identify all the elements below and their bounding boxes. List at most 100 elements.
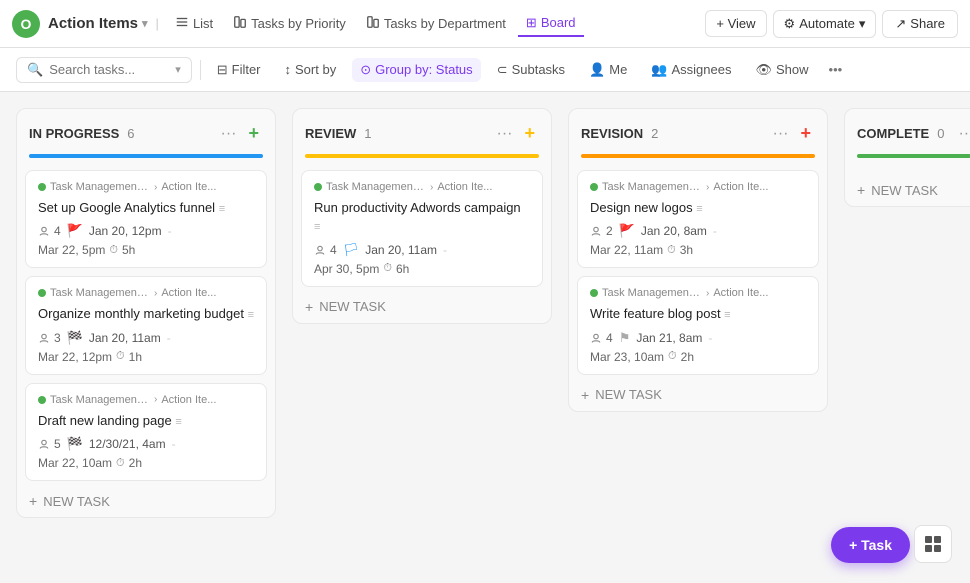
nav-item-priority[interactable]: Tasks by Priority <box>225 11 354 36</box>
time-estimate: 5h <box>122 243 135 257</box>
status-bar-revision <box>581 154 815 158</box>
new-task-btn-complete[interactable]: +NEW TASK <box>845 174 970 206</box>
column-header-complete: COMPLETE 0 ··· + <box>845 109 970 154</box>
column-count-in-progress: 6 <box>127 126 134 141</box>
subtasks-button[interactable]: ⊂ Subtasks <box>489 58 573 82</box>
nav-board-label: Board <box>541 15 576 30</box>
sort-label: Sort by <box>295 62 336 77</box>
status-dot <box>38 183 46 191</box>
column-more-review[interactable]: ··· <box>495 123 515 145</box>
card-template: Task Management Templat... <box>602 287 702 299</box>
new-task-btn-review[interactable]: +NEW TASK <box>293 291 551 323</box>
assignee-count: 4 <box>314 243 337 257</box>
column-title-review: REVIEW <box>305 126 356 141</box>
status-dot <box>314 183 322 191</box>
new-task-label: NEW TASK <box>319 299 386 314</box>
filter-button[interactable]: ⊟ Filter <box>209 58 269 82</box>
view-btn-label: + View <box>716 16 755 31</box>
status-dot <box>590 183 598 191</box>
time-estimate: 3h <box>680 243 693 257</box>
new-task-label: NEW TASK <box>43 494 110 509</box>
card-due-row: Apr 30, 5pm ⏱ 6h <box>314 262 530 276</box>
priority-flag: 🚩 <box>619 223 635 239</box>
fab-label: + Task <box>849 537 892 553</box>
subtasks-label: Subtasks <box>512 62 565 77</box>
due-date: Mar 22, 5pm <box>38 243 105 257</box>
new-task-plus: + <box>29 493 37 509</box>
card-meta: Task Management Templat... › Action Ite.… <box>590 181 806 193</box>
share-button[interactable]: ↗ Share <box>882 10 958 38</box>
task-card[interactable]: Task Management Templat... › Action Ite.… <box>25 170 267 268</box>
more-button[interactable]: ••• <box>825 58 847 81</box>
column-header-revision: REVISION 2 ··· + <box>569 109 827 154</box>
new-task-btn-in-progress[interactable]: + NEW TASK <box>17 485 275 517</box>
card-breadcrumb: Action Ite... <box>161 181 216 193</box>
priority-flag: 🚩 <box>67 223 83 239</box>
title-dropdown-arrow[interactable]: ▾ <box>142 17 148 30</box>
dept-icon <box>366 15 380 32</box>
automate-button[interactable]: ⚙ Automate ▾ <box>773 10 877 38</box>
me-button[interactable]: 👤 Me <box>581 58 635 82</box>
cards-revision: Task Management Templat... › Action Ite.… <box>569 166 827 379</box>
column-more-revision[interactable]: ··· <box>771 123 791 145</box>
priority-flag: 🏁 <box>67 330 83 346</box>
search-dropdown-arrow[interactable]: ▾ <box>175 63 181 76</box>
task-card[interactable]: Task Management Templat... › Action Ite.… <box>577 170 819 268</box>
nav-dept-label: Tasks by Department <box>384 16 506 31</box>
card-template: Task Management Templat... <box>50 181 150 193</box>
card-title: Organize monthly marketing budget ≡ <box>38 305 254 323</box>
cards-review: Task Management Templat... › Action Ite.… <box>293 166 551 291</box>
group-by-button[interactable]: ⊙ Group by: Status <box>352 58 480 82</box>
column-add-revision[interactable]: + <box>796 121 815 146</box>
new-task-btn-revision[interactable]: +NEW TASK <box>569 379 827 411</box>
cards-complete <box>845 166 970 174</box>
card-breadcrumb: Action Ite... <box>437 181 492 193</box>
eye-icon: 👁 <box>755 62 772 78</box>
column-header-review: REVIEW 1 ··· + <box>293 109 551 154</box>
column-add-review[interactable]: + <box>520 121 539 146</box>
priority-flag: 🏁 <box>67 436 83 452</box>
column-more-complete[interactable]: ··· <box>956 123 970 145</box>
nav-item-board[interactable]: ⊞ Board <box>518 11 584 37</box>
time-estimate: 2h <box>681 350 694 364</box>
column-count-review: 1 <box>364 126 371 141</box>
column-more-in-progress[interactable]: ··· <box>219 123 239 145</box>
search-box[interactable]: 🔍 ▾ <box>16 57 192 83</box>
card-details: 4 🏳 Jan 20, 11am - <box>314 242 530 258</box>
automate-dropdown[interactable]: ▾ <box>859 16 866 32</box>
task-card[interactable]: Task Management Templat... › Action Ite.… <box>25 276 267 374</box>
task-card[interactable]: Task Management Templat... › Action Ite.… <box>301 170 543 287</box>
top-nav: O Action Items ▾ | List Tasks by Priorit… <box>0 0 970 48</box>
new-task-plus: + <box>857 182 865 198</box>
show-label: Show <box>776 62 809 77</box>
column-add-in-progress[interactable]: + <box>244 121 263 146</box>
card-details: 2 🚩 Jan 20, 8am - <box>590 223 806 239</box>
sort-button[interactable]: ↕ Sort by <box>277 58 345 81</box>
task-card[interactable]: Task Management Templat... › Action Ite.… <box>577 276 819 374</box>
card-title: Draft new landing page ≡ <box>38 412 254 430</box>
search-input[interactable] <box>49 62 169 77</box>
automate-btn-label: Automate <box>799 16 855 31</box>
nav-item-dept[interactable]: Tasks by Department <box>358 11 514 36</box>
card-date: 12/30/21, 4am <box>89 437 166 451</box>
new-task-plus: + <box>581 387 589 403</box>
view-button[interactable]: + View <box>705 10 766 37</box>
status-bar-complete <box>857 154 970 158</box>
new-task-fab[interactable]: + Task <box>831 527 910 563</box>
card-details: 3 🏁 Jan 20, 11am - <box>38 330 254 346</box>
card-date: Jan 20, 8am <box>641 224 707 238</box>
time-icon: ⏱ <box>116 350 125 363</box>
column-title-revision: REVISION <box>581 126 643 141</box>
status-dot <box>38 289 46 297</box>
sort-icon: ↕ <box>285 62 292 77</box>
show-button[interactable]: 👁 Show <box>747 58 816 82</box>
grid-view-button[interactable] <box>914 525 952 563</box>
nav-item-list[interactable]: List <box>167 11 221 36</box>
card-due-row: Mar 22, 10am ⏱ 2h <box>38 456 254 470</box>
task-card[interactable]: Task Management Templat... › Action Ite.… <box>25 383 267 481</box>
card-breadcrumb: Action Ite... <box>161 287 216 299</box>
due-date: Mar 22, 10am <box>38 456 112 470</box>
card-title: Run productivity Adwords campaign ≡ <box>314 199 530 236</box>
due-date: Mar 23, 10am <box>590 350 664 364</box>
assignees-button[interactable]: 👥 Assignees <box>643 58 739 82</box>
